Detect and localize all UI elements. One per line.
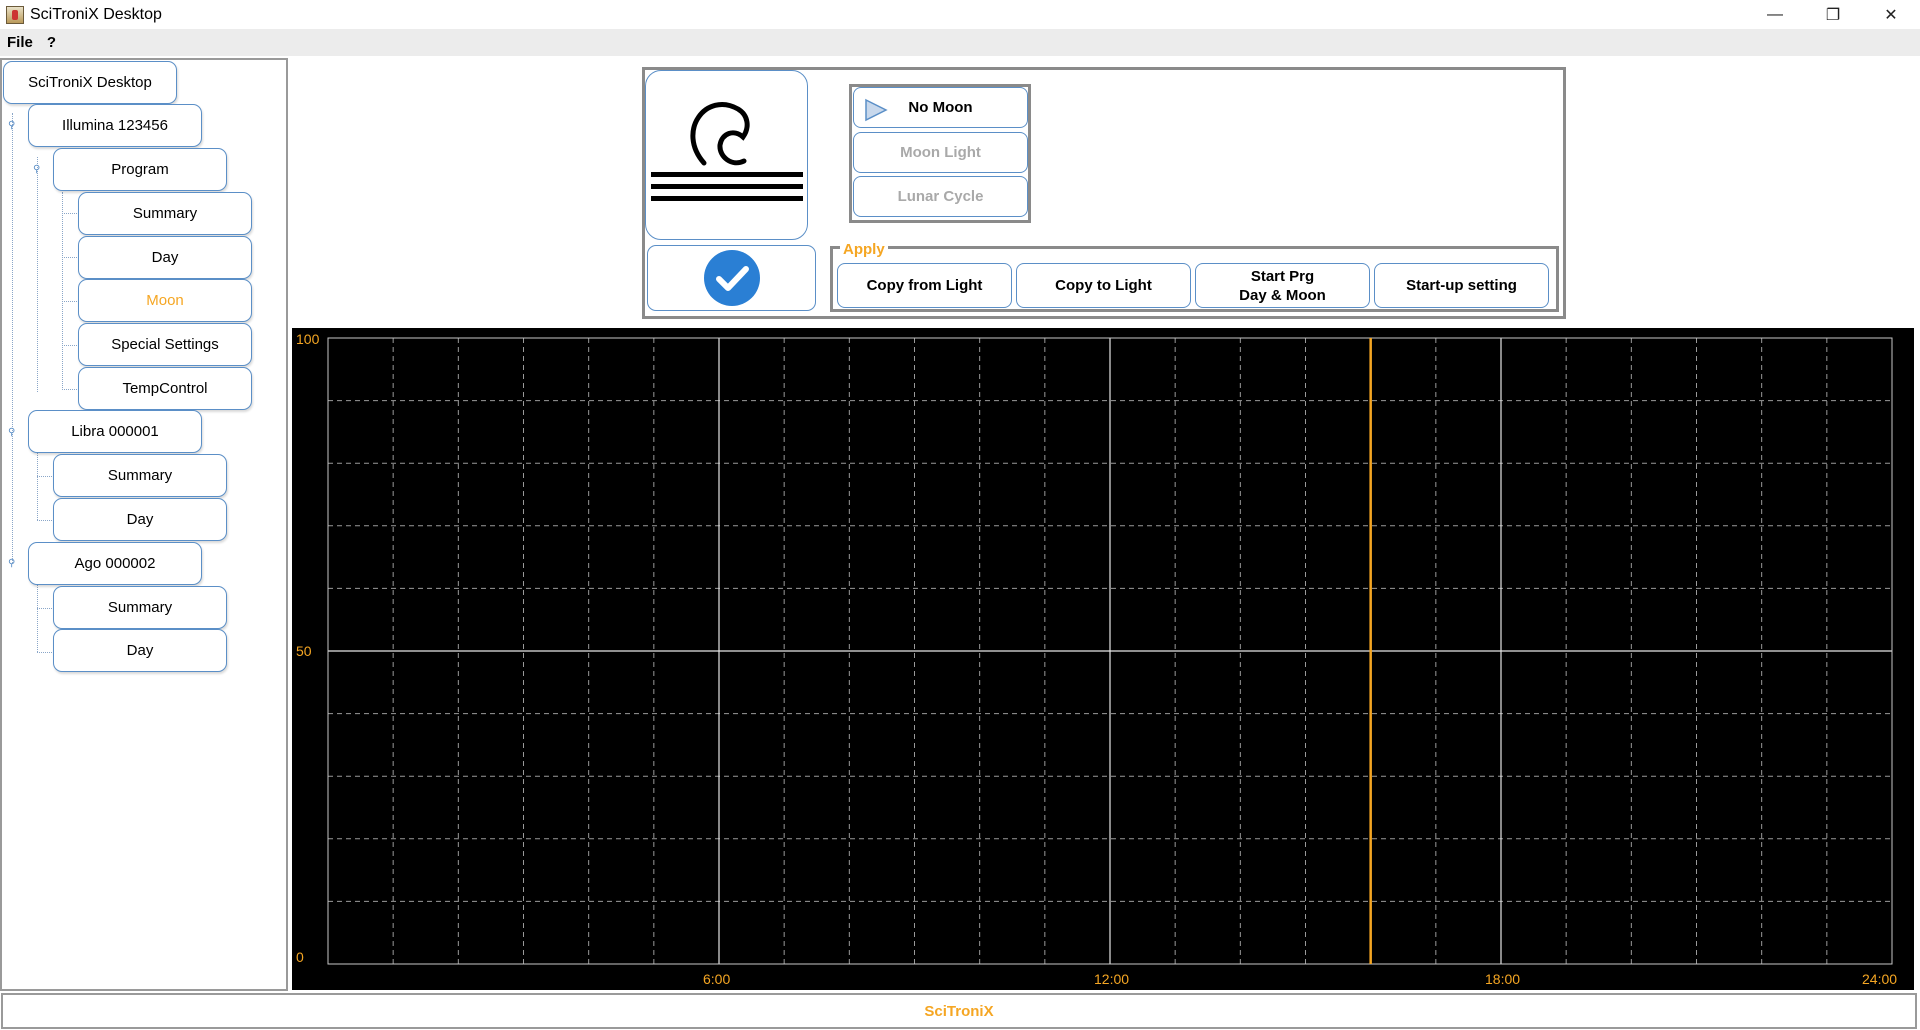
tree-connector [62,257,77,258]
tree-connector [62,345,77,346]
tree-item-tempcontrol[interactable]: TempControl [78,367,252,410]
app-icon [6,5,24,24]
moon-mode-tile[interactable] [645,70,808,240]
tree-connector [62,389,77,390]
tree-connector [37,584,38,652]
tree-device-libra[interactable]: Libra 000001 [28,410,202,453]
menu-help[interactable]: ? [40,34,63,51]
no-moon-label: No Moon [908,99,973,116]
tree-connector [37,452,38,520]
x-tick-label: 18:00 [1485,971,1520,987]
window-title: SciTroniX Desktop [30,5,162,23]
tree-item-summary[interactable]: Summary [53,586,227,629]
title-bar: SciTroniX Desktop — ❐ ✕ [0,0,1920,29]
minimize-icon[interactable]: — [1746,0,1804,29]
moon-chart[interactable]: 100 50 0 6:00 12:00 18:00 24:00 [292,328,1914,990]
tree-connector [37,652,52,653]
window-controls: — ❐ ✕ [1746,0,1920,29]
tree-root[interactable]: SciTroniX Desktop [3,61,177,104]
tree-item-special-settings[interactable]: Special Settings [78,323,252,366]
tree-item-summary[interactable]: Summary [53,454,227,497]
tree-item-day[interactable]: Day [53,498,227,541]
status-bar: SciTroniX [1,993,1917,1029]
close-icon[interactable]: ✕ [1862,0,1920,29]
menu-file[interactable]: File [0,34,40,51]
tree-connector [62,301,77,302]
tree-connector [37,157,38,392]
status-text: SciTroniX [924,1002,994,1020]
play-icon [865,98,888,122]
startup-setting-button[interactable]: Start-up setting [1374,263,1549,308]
no-moon-button[interactable]: No Moon [853,87,1028,128]
tree-item-day[interactable]: Day [53,629,227,672]
expand-handle-icon[interactable]: ⚲ [8,120,16,132]
x-tick-label: 24:00 [1862,971,1897,987]
tree-device-ago[interactable]: Ago 000002 [28,542,202,585]
tree-item-moon[interactable]: Moon [78,279,252,322]
tree-item-day[interactable]: Day [78,236,252,279]
y-tick-label: 50 [296,643,312,659]
expand-handle-icon[interactable]: ⚲ [8,558,16,570]
copy-from-light-button[interactable]: Copy from Light [837,263,1012,308]
moon-over-water-icon [651,102,803,201]
x-tick-label: 6:00 [703,971,730,987]
tree-program[interactable]: Program [53,148,227,191]
start-prg-day-moon-button[interactable]: Start Prg Day & Moon [1195,263,1370,308]
tree-connector [12,113,13,563]
y-tick-label: 0 [296,949,304,965]
tree-item-summary[interactable]: Summary [78,192,252,235]
tree-connector [37,476,52,477]
restore-icon[interactable]: ❐ [1804,0,1862,29]
x-tick-label: 12:00 [1094,971,1129,987]
y-tick-label: 100 [296,331,320,347]
lunar-cycle-button[interactable]: Lunar Cycle [853,176,1028,217]
menu-bar: File ? [0,29,1920,56]
tree-connector [37,608,52,609]
expand-handle-icon[interactable]: ⚲ [33,164,41,176]
checkmark-icon [703,250,760,306]
chart-canvas: 100 50 0 6:00 12:00 18:00 24:00 [296,331,1897,987]
expand-handle-icon[interactable]: ⚲ [8,427,16,439]
tree-connector [62,192,63,390]
copy-to-light-button[interactable]: Copy to Light [1016,263,1191,308]
apply-legend: Apply [840,242,888,258]
tree-connector [37,520,52,521]
confirm-button[interactable] [647,245,816,311]
tree-connector [62,213,77,214]
moon-light-button[interactable]: Moon Light [853,132,1028,173]
tree-device-illumina[interactable]: Illumina 123456 [28,104,202,147]
